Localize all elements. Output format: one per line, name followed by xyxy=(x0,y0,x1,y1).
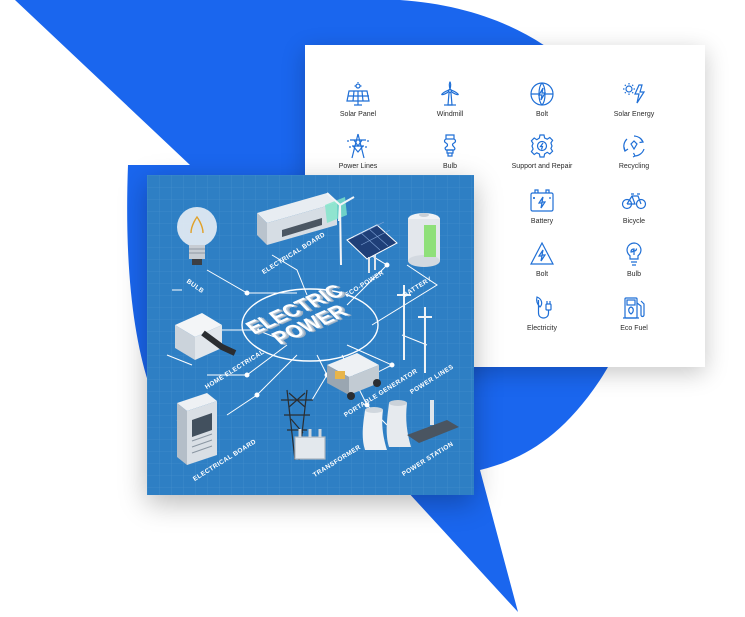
recycling-icon xyxy=(623,135,645,158)
electric-power-poster: BULB ELECTRICAL BOARD ECO-POWER BATTERY … xyxy=(147,175,474,495)
icon-label: Solar Energy xyxy=(613,111,655,118)
battery-illustration xyxy=(408,213,440,267)
windmill-icon xyxy=(441,81,459,106)
icon-cell-battery: Battery xyxy=(498,188,586,240)
icon-cell-bicycle: Bicycle xyxy=(590,188,678,240)
icon-cell-electricity: Electricity xyxy=(498,295,586,347)
icon-cell-bolt-2: Bolt xyxy=(498,241,586,293)
bulb-icon xyxy=(443,134,457,157)
solar-panel-icon xyxy=(346,82,370,106)
icon-label: Electricity xyxy=(527,325,557,332)
icon-cell-bolt: Bolt xyxy=(498,81,586,133)
icon-label: Windmill xyxy=(436,111,464,118)
plug-leaf-icon xyxy=(536,296,552,319)
icon-cell-support-repair: Support and Repair xyxy=(498,133,586,185)
icon-label: Power Lines xyxy=(338,163,378,170)
solar-energy-icon xyxy=(623,83,646,104)
fuel-pump-icon xyxy=(623,297,645,319)
electrical-board-bottom-illustration xyxy=(177,393,217,465)
icon-label: Bicycle xyxy=(622,218,646,225)
icon-cell-recycling: Recycling xyxy=(590,133,678,185)
icon-label: Bulb xyxy=(626,271,641,278)
icon-label: Bolt xyxy=(535,111,549,118)
icon-label: Support and Repair xyxy=(511,163,573,170)
icon-label: Solar Panel xyxy=(339,111,377,118)
battery-icon xyxy=(530,189,554,212)
icon-label: Battery xyxy=(530,218,554,225)
icon-label: Bulb xyxy=(442,163,457,170)
eco-bulb-icon xyxy=(626,242,642,266)
icon-cell-solar-panel: Solar Panel xyxy=(314,81,402,133)
icon-cell-windmill: Windmill xyxy=(406,81,494,133)
icon-cell-bulb-2: Bulb xyxy=(590,241,678,293)
bolt-warning-icon xyxy=(530,241,554,265)
bicycle-icon xyxy=(621,193,647,210)
icon-label: Bolt xyxy=(535,271,549,278)
power-lines-icon xyxy=(347,133,369,159)
icon-cell-eco-fuel: Eco Fuel xyxy=(590,295,678,347)
gear-icon xyxy=(530,134,554,158)
icon-label: Recycling xyxy=(618,163,650,170)
icon-cell-solar-energy: Solar Energy xyxy=(590,81,678,133)
bolt-globe-icon xyxy=(530,82,554,106)
icon-label: Eco Fuel xyxy=(620,325,648,332)
